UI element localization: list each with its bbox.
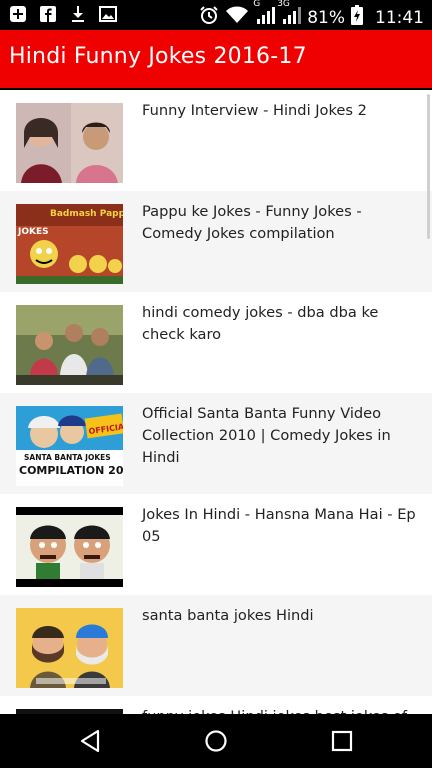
wifi-icon: [225, 5, 249, 30]
thumb-label: SANTA BANTA JOKES: [24, 453, 111, 462]
video-item[interactable]: santa banta jokes Hindi: [0, 595, 432, 696]
battery-percent: 81%: [307, 7, 345, 28]
video-thumbnail: [16, 608, 123, 688]
video-thumbnail: OFFICIAL SANTA BANTA JOKES COMPILATION 2…: [16, 406, 123, 486]
signal-3g-label: 3G: [277, 0, 290, 9]
video-item[interactable]: funny jokes Hindi jokes best jokes of th…: [0, 696, 432, 714]
status-bar: G 3G 81% 11:41: [0, 0, 432, 30]
video-title: santa banta jokes Hindi: [142, 607, 314, 624]
image-icon: [98, 4, 118, 24]
signal-3g-icon: 3G: [277, 0, 302, 30]
video-title: Jokes In Hindi - Hansna Mana Hai - Ep 05: [142, 506, 416, 545]
video-title: funny jokes Hindi jokes best jokes of th…: [142, 706, 422, 714]
thumb-label: JOKES: [17, 227, 49, 237]
video-thumbnail: [16, 305, 123, 385]
video-item[interactable]: Jokes In Hindi - Hansna Mana Hai - Ep 05: [0, 494, 432, 595]
video-item[interactable]: JOKES Badmash Pappu Pappu ke Jokes - Fun…: [0, 191, 432, 292]
facebook-icon: [38, 4, 58, 24]
download-icon: [68, 4, 88, 24]
video-item[interactable]: hindi comedy jokes - dba dba ke check ka…: [0, 292, 432, 393]
video-item[interactable]: OFFICIAL SANTA BANTA JOKES COMPILATION 2…: [0, 393, 432, 494]
recents-icon[interactable]: [328, 727, 356, 755]
back-icon[interactable]: [76, 727, 104, 755]
video-title: Official Santa Banta Funny Video Collect…: [142, 405, 391, 466]
video-list[interactable]: Funny Interview - Hindi Jokes 2 JOKES Ba…: [0, 90, 432, 714]
video-title: Pappu ke Jokes - Funny Jokes - Comedy Jo…: [142, 203, 362, 242]
navigation-bar: [0, 714, 432, 768]
video-thumbnail: JOKES Badmash Pappu: [16, 204, 123, 284]
home-icon[interactable]: [202, 727, 230, 755]
add-icon: [8, 4, 28, 24]
notification-icons: [8, 4, 118, 24]
thumb-label: COMPILATION 2010: [19, 464, 123, 477]
list-scrollbar[interactable]: [427, 94, 430, 239]
signal-icon: G: [253, 0, 276, 30]
battery-charging-icon: [351, 5, 363, 30]
thumb-label: Badmash Pappu: [50, 209, 123, 219]
alarm-icon: [199, 5, 219, 30]
app-title: Hindi Funny Jokes 2016-17: [9, 44, 307, 69]
clock: 11:41: [375, 7, 424, 28]
app-bar: Hindi Funny Jokes 2016-17: [0, 30, 432, 88]
video-item[interactable]: Funny Interview - Hindi Jokes 2: [0, 90, 432, 191]
video-title: hindi comedy jokes - dba dba ke check ka…: [142, 304, 379, 343]
video-thumbnail: [16, 507, 123, 587]
video-thumbnail: [16, 103, 123, 183]
system-status: G 3G 81% 11:41: [199, 0, 424, 30]
signal-type-label: G: [253, 0, 261, 9]
video-title: Funny Interview - Hindi Jokes 2: [142, 102, 367, 119]
